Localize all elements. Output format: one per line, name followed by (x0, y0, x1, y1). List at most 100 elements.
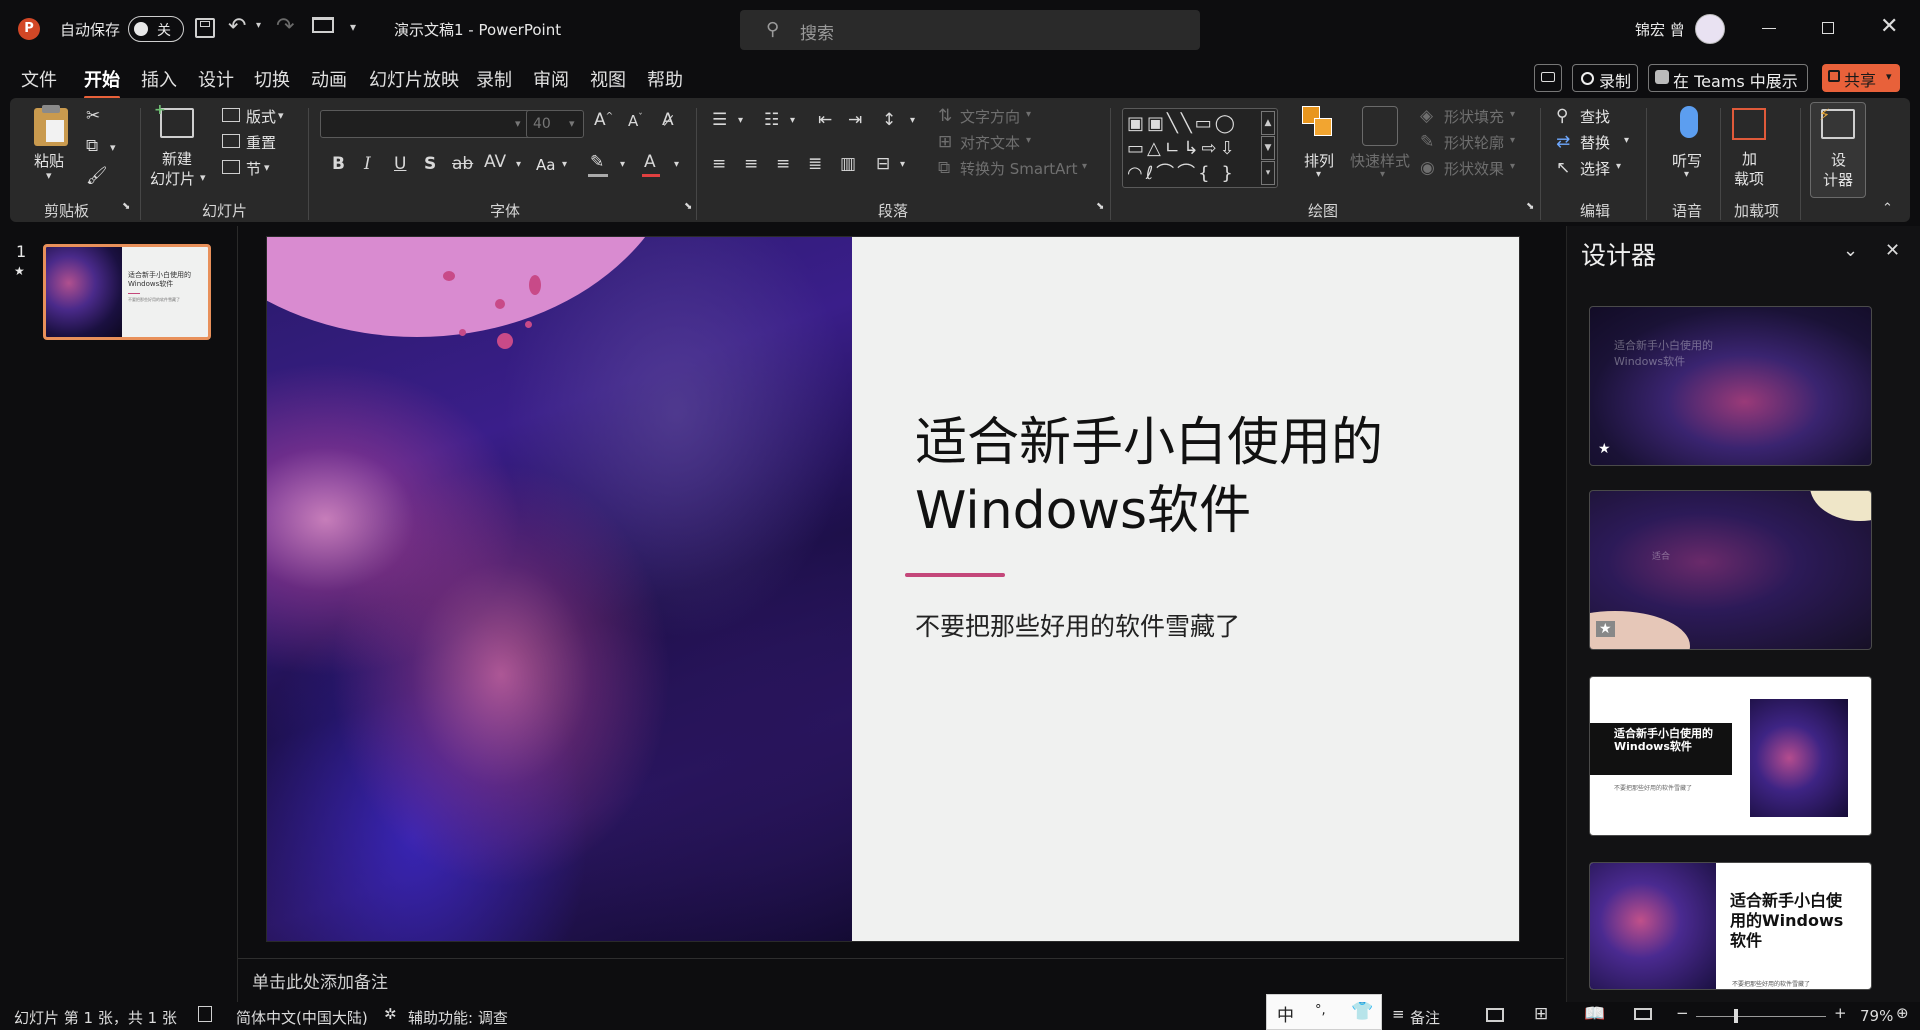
highlight-icon[interactable]: ✎ (590, 154, 604, 171)
search-input[interactable]: 搜索 (800, 19, 834, 44)
font-color-dropdown-icon[interactable]: ▾ (674, 160, 679, 170)
text-direction-button[interactable]: 文字方向 (960, 106, 1020, 127)
ime-mode[interactable]: 中 (1277, 1001, 1294, 1026)
decrease-indent-icon[interactable]: ⇤ (818, 112, 832, 129)
zoom-slider-thumb[interactable] (1734, 1009, 1738, 1023)
tab-home[interactable]: 开始 (84, 66, 120, 99)
design-idea-card[interactable]: 适合新手小白使用的Windows软件 不要把那些好用的软件雪藏了 (1589, 862, 1872, 990)
addins-label-2[interactable]: 载项 (1734, 168, 1764, 189)
shadow-icon[interactable]: S (424, 156, 436, 173)
tab-transitions[interactable]: 切换 (254, 66, 290, 92)
align-right-icon[interactable]: ≡ (776, 156, 790, 173)
present-in-teams-button[interactable]: 在 Teams 中展示 (1648, 64, 1808, 92)
select-button[interactable]: 选择 (1580, 158, 1610, 179)
addins-label-1[interactable]: 加 (1742, 148, 1757, 169)
zoom-out-icon[interactable]: − (1676, 1004, 1689, 1022)
present-from-start-icon[interactable] (312, 17, 334, 33)
zoom-slider[interactable] (1696, 1009, 1826, 1023)
select-dropdown-icon[interactable]: ▾ (1616, 162, 1621, 172)
justify-icon[interactable]: ≣ (808, 156, 822, 173)
notes-divider[interactable] (238, 958, 1564, 959)
strikethrough-icon[interactable]: ab (452, 156, 473, 173)
notes-page-icon[interactable] (198, 1006, 212, 1022)
accessibility-icon[interactable]: ✲ (384, 1005, 397, 1023)
shape-effects-button[interactable]: 形状效果 (1444, 158, 1504, 179)
convert-smartart-button[interactable]: 转换为 SmartArt (960, 158, 1077, 179)
align-left-icon[interactable]: ≡ (712, 156, 726, 173)
char-spacing-dropdown-icon[interactable]: ▾ (516, 160, 521, 170)
reading-view-icon[interactable]: 📖 (1584, 1004, 1605, 1024)
arrange-dropdown-icon[interactable]: ▾ (1316, 170, 1321, 180)
design-idea-card[interactable]: 适合 ★ (1589, 490, 1872, 650)
change-case-dropdown-icon[interactable]: ▾ (562, 160, 567, 170)
section-button[interactable]: 节 (246, 158, 261, 179)
save-icon[interactable] (195, 18, 215, 38)
reset-button[interactable]: 重置 (246, 132, 276, 153)
tab-animations[interactable]: 动画 (311, 66, 347, 92)
tab-slideshow[interactable]: 幻灯片放映 (369, 66, 459, 92)
designer-close-icon[interactable]: ✕ (1885, 240, 1900, 261)
ime-skin-icon[interactable]: 👕 (1351, 1001, 1373, 1022)
font-launcher-icon[interactable]: ⬊ (684, 202, 692, 212)
numbering-dropdown-icon[interactable]: ▾ (790, 116, 795, 126)
find-button[interactable]: 查找 (1580, 106, 1610, 127)
arrange-button[interactable]: 排列 (1304, 150, 1334, 171)
addins-icon[interactable] (1732, 108, 1766, 140)
paste-icon[interactable] (34, 105, 68, 146)
slide-title[interactable]: 适合新手小白使用的 Windows软件 (915, 409, 1475, 545)
highlight-dropdown-icon[interactable]: ▾ (620, 160, 625, 170)
paragraph-launcher-icon[interactable]: ⬊ (1096, 202, 1104, 212)
undo-dropdown-icon[interactable]: ▾ (256, 20, 261, 31)
user-name[interactable]: 锦宏 曾 (1635, 19, 1685, 40)
align-text-icon[interactable]: ⊟ (876, 156, 890, 173)
format-painter-icon[interactable]: 🖌 (86, 168, 108, 185)
line-spacing-dropdown-icon[interactable]: ▾ (910, 116, 915, 126)
increase-font-icon[interactable]: A^ (594, 112, 613, 129)
slide-subtitle[interactable]: 不要把那些好用的软件雪藏了 (915, 607, 1240, 643)
minimize-icon[interactable] (1762, 28, 1776, 29)
avatar[interactable] (1695, 14, 1725, 44)
autosave-toggle[interactable]: 关 (128, 16, 184, 42)
layout-button[interactable]: 版式 (246, 106, 276, 127)
font-color-icon[interactable]: A (644, 154, 656, 171)
redo-icon[interactable]: ↷ (276, 14, 294, 39)
arrange-icon[interactable] (1302, 106, 1336, 144)
shapes-more-icon[interactable]: ▾ (1261, 161, 1275, 185)
dictate-dropdown-icon[interactable]: ▾ (1684, 170, 1689, 180)
font-name-select[interactable]: ▾ (320, 110, 532, 138)
tab-design[interactable]: 设计 (198, 66, 234, 92)
restore-icon[interactable] (1822, 22, 1834, 34)
cut-icon[interactable]: ✂ (86, 108, 100, 125)
replace-button[interactable]: 替换 (1580, 132, 1610, 153)
slide-canvas[interactable]: 适合新手小白使用的 Windows软件 不要把那些好用的软件雪藏了 (266, 236, 1520, 942)
slide-info[interactable]: 幻灯片 第 1 张，共 1 张 (14, 1007, 177, 1028)
paste-dropdown-icon[interactable]: ▾ (46, 170, 52, 181)
tab-review[interactable]: 审阅 (533, 66, 569, 92)
clear-formatting-icon[interactable]: A̷ (662, 112, 674, 129)
bullets-dropdown-icon[interactable]: ▾ (738, 116, 743, 126)
quick-styles-button[interactable]: 快速样式 (1350, 150, 1410, 171)
normal-view-icon[interactable] (1486, 1008, 1504, 1022)
notes-icon[interactable]: ≡ (1392, 1005, 1405, 1023)
share-button[interactable]: 共享 ▾ (1822, 64, 1900, 92)
copy-icon[interactable]: ⧉ (86, 138, 98, 155)
zoom-level[interactable]: 79% (1860, 1007, 1893, 1025)
replace-dropdown-icon[interactable]: ▾ (1624, 136, 1629, 146)
designer-button[interactable]: ⚡ 设 计器 (1810, 102, 1866, 198)
close-icon[interactable]: ✕ (1880, 14, 1898, 39)
record-button[interactable]: 录制 (1572, 64, 1638, 92)
clipboard-launcher-icon[interactable]: ⬊ (122, 202, 130, 212)
font-size-select[interactable]: 40 ▾ (526, 110, 584, 138)
numbering-icon[interactable]: ☷ (764, 112, 779, 129)
tab-help[interactable]: 帮助 (647, 66, 683, 92)
zoom-in-icon[interactable]: + (1834, 1004, 1847, 1022)
shape-outline-button[interactable]: 形状轮廓 (1444, 132, 1504, 153)
language-status[interactable]: 简体中文(中国大陆) (236, 1007, 368, 1028)
customize-qat-icon[interactable]: ▾ (350, 20, 356, 34)
slide-sorter-icon[interactable]: ⊞ (1534, 1004, 1548, 1024)
section-dropdown-icon[interactable]: ▾ (264, 162, 270, 173)
tab-view[interactable]: 视图 (590, 66, 626, 92)
accessibility-status[interactable]: 辅助功能: 调查 (408, 1007, 508, 1028)
dictate-button[interactable]: 听写 (1672, 150, 1702, 171)
new-slide-label-2[interactable]: 幻灯片 (150, 168, 195, 189)
